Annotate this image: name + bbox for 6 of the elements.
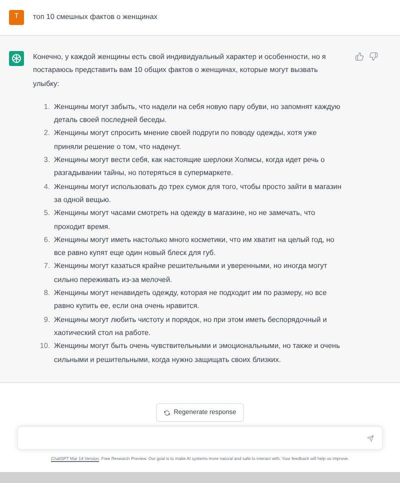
refresh-icon (164, 410, 170, 416)
message-input[interactable] (17, 426, 383, 450)
thumbs-down-icon[interactable] (369, 52, 378, 61)
thumbs-up-icon[interactable] (355, 52, 364, 61)
assistant-avatar-icon (9, 51, 24, 66)
send-icon[interactable] (367, 434, 374, 442)
